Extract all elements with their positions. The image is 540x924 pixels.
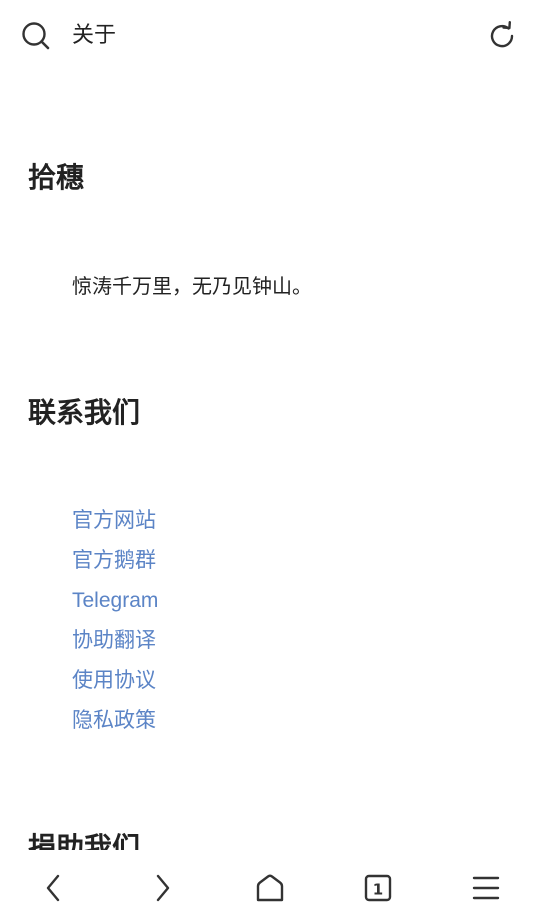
list-item: Telegram [72,581,158,621]
content-area[interactable]: 拾穗 惊涛千万里，无乃见钟山。 联系我们 官方网站 官方鹅群 Telegram … [0,72,540,850]
link-terms-of-use[interactable]: 使用协议 [72,669,156,692]
contact-links: 官方网站 官方鹅群 Telegram 协助翻译 使用协议 隐私政策 [72,501,158,741]
bottom-nav: 1 [0,850,540,924]
link-official-group[interactable]: 官方鹅群 [72,549,156,572]
list-item: 官方鹅群 [72,541,158,581]
forward-icon[interactable] [142,868,182,908]
link-telegram[interactable]: Telegram [72,589,158,612]
link-official-website[interactable]: 官方网站 [72,509,156,532]
section-title-donate: 捐助我们 [28,831,141,850]
top-bar: 关于 [0,0,540,72]
link-privacy-policy[interactable]: 隐私政策 [72,709,156,732]
menu-icon[interactable] [466,868,506,908]
list-item: 协助翻译 [72,621,158,661]
tab-count: 1 [373,881,383,899]
search-icon[interactable] [20,20,52,52]
section-title-contact: 联系我们 [28,396,141,429]
list-item: 隐私政策 [72,701,158,741]
list-item: 使用协议 [72,661,158,701]
about-quote: 惊涛千万里，无乃见钟山。 [72,274,312,298]
home-icon[interactable] [250,868,290,908]
page-title: 关于 [72,23,117,48]
link-help-translate[interactable]: 协助翻译 [72,629,156,652]
section-title-about: 拾穗 [28,161,85,194]
tabs-icon[interactable]: 1 [358,868,398,908]
refresh-icon[interactable] [486,20,518,52]
back-icon[interactable] [34,868,74,908]
list-item: 官方网站 [72,501,158,541]
about-page: 关于 拾穗 惊涛千万里，无乃见钟山。 联系我们 官方网站 官方鹅群 Telegr… [0,0,540,924]
